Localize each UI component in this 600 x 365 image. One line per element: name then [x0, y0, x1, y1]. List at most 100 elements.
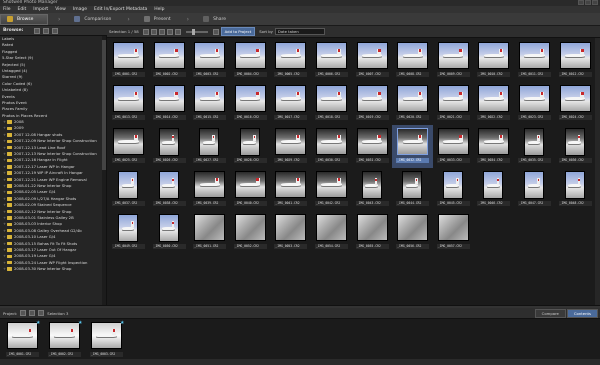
project-remove-button[interactable]: [29, 310, 36, 316]
zoom-in-button[interactable]: [212, 28, 219, 35]
thumbnail[interactable]: _IMG_0013.CR2: [108, 82, 149, 125]
thumbnail[interactable]: _IMG_0040.CR2: [230, 168, 271, 211]
thumbnail[interactable]: _IMG_0007.CR2: [352, 39, 393, 82]
photo-image: [194, 85, 226, 112]
collapse-button[interactable]: [52, 27, 59, 34]
thumbnail[interactable]: _IMG_0045.CR2: [433, 168, 474, 211]
thumbnail[interactable]: _IMG_0053.CR2: [270, 211, 311, 254]
thumbnail[interactable]: _IMG_0008.CR2: [392, 39, 433, 82]
menu-item[interactable]: Help: [154, 7, 164, 12]
bottom-tab[interactable]: Contents: [566, 309, 598, 318]
expand-icon[interactable]: +: [3, 266, 6, 272]
thumbnail[interactable]: _IMG_0042.CR2: [311, 168, 352, 211]
bottom-tab[interactable]: Compare: [534, 309, 566, 318]
thumbnail[interactable]: _IMG_0003.CR2 ★: [86, 319, 127, 362]
thumbnail[interactable]: _IMG_0006.CR2: [311, 39, 352, 82]
sidebar-item[interactable]: +2008-03-30 New Interior Shop: [0, 266, 106, 272]
thumbnail[interactable]: _IMG_0048.CR2: [555, 168, 596, 211]
thumbnail[interactable]: _IMG_0026.CR2: [149, 125, 190, 168]
thumbnail[interactable]: _IMG_0001.CR2 ★: [2, 319, 43, 362]
menu-item[interactable]: View: [55, 7, 66, 12]
close-button[interactable]: [592, 0, 598, 5]
mode-tab[interactable]: Share: [197, 14, 232, 25]
menu-item[interactable]: File: [3, 7, 11, 12]
thumbnail[interactable]: _IMG_0003.CR2: [189, 39, 230, 82]
thumbnail[interactable]: _IMG_0057.CR2: [433, 211, 474, 254]
thumbnail[interactable]: _IMG_0056.CR2: [392, 211, 433, 254]
mode-tab[interactable]: Comparison: [68, 14, 117, 25]
thumbnail[interactable]: _IMG_0049.CR2: [108, 211, 149, 254]
folder-icon: [7, 222, 12, 227]
thumbnail[interactable]: _IMG_0015.CR2: [189, 82, 230, 125]
filmstrip-view-button[interactable]: [166, 28, 173, 35]
thumbnail[interactable]: _IMG_0016.CR2: [230, 82, 271, 125]
thumbnail[interactable]: _IMG_0022.CR2: [473, 82, 514, 125]
thumbnail[interactable]: _IMG_0050.CR2: [149, 211, 190, 254]
thumbnail[interactable]: _IMG_0052.CR2: [230, 211, 271, 254]
add-to-project-button[interactable]: Add to Project: [220, 27, 256, 36]
thumbnail[interactable]: _IMG_0004.CR2: [230, 39, 271, 82]
thumbnail[interactable]: _IMG_0038.CR2: [149, 168, 190, 211]
thumbnail[interactable]: _IMG_0030.CR2: [311, 125, 352, 168]
mode-tab[interactable]: Present: [138, 14, 177, 25]
menu-item[interactable]: Import: [33, 7, 48, 12]
minimize-button[interactable]: [578, 0, 584, 5]
project-new-button[interactable]: [20, 310, 27, 316]
thumbnail[interactable]: _IMG_0055.CR2: [352, 211, 393, 254]
menu-item[interactable]: Edit In/Export Metadata: [94, 7, 147, 12]
thumbnail[interactable]: _IMG_0021.CR2: [433, 82, 474, 125]
thumbnail[interactable]: _IMG_0051.CR2: [189, 211, 230, 254]
thumbnail[interactable]: _IMG_0037.CR2: [108, 168, 149, 211]
thumbnail[interactable]: _IMG_0033.CR2: [433, 125, 474, 168]
thumbnail[interactable]: _IMG_0023.CR2: [514, 82, 555, 125]
thumbnail[interactable]: _IMG_0002.CR2: [149, 39, 190, 82]
thumbnail[interactable]: _IMG_0010.CR2: [473, 39, 514, 82]
thumbnail[interactable]: _IMG_0039.CR2: [189, 168, 230, 211]
rotate-left-button[interactable]: [142, 28, 149, 35]
thumbnail[interactable]: _IMG_0028.CR2: [230, 125, 271, 168]
project-grid-button[interactable]: [38, 310, 45, 316]
thumbnail[interactable]: _IMG_0031.CR2: [352, 125, 393, 168]
thumbnail[interactable]: _IMG_0035.CR2: [514, 125, 555, 168]
thumbnail[interactable]: _IMG_0014.CR2: [149, 82, 190, 125]
thumbnail[interactable]: _IMG_0018.CR2: [311, 82, 352, 125]
thumbnail[interactable]: _IMG_0020.CR2: [392, 82, 433, 125]
thumbnail[interactable]: _IMG_0024.CR2: [555, 82, 596, 125]
sidebar-scroll-thumb[interactable]: [102, 40, 106, 170]
mode-tab[interactable]: Browse: [0, 13, 48, 25]
grid-scrollbar[interactable]: [595, 38, 600, 305]
thumbnail[interactable]: _IMG_0012.CR2: [555, 39, 596, 82]
sidebar-scrollbar[interactable]: [102, 36, 106, 305]
menu-item[interactable]: Image: [73, 7, 87, 12]
thumbnail[interactable]: _IMG_0036.CR2: [555, 125, 596, 168]
thumbnail[interactable]: _IMG_0025.CR2: [108, 125, 149, 168]
aircraft-tail-shape: [377, 134, 382, 141]
thumbnail[interactable]: _IMG_0032.CR2: [392, 125, 433, 168]
thumbnail[interactable]: _IMG_0054.CR2: [311, 211, 352, 254]
thumbnail[interactable]: _IMG_0047.CR2: [514, 168, 555, 211]
thumbnail[interactable]: _IMG_0029.CR2: [270, 125, 311, 168]
thumbnail[interactable]: _IMG_0027.CR2: [189, 125, 230, 168]
thumbnail[interactable]: _IMG_0043.CR2: [352, 168, 393, 211]
rotate-right-button[interactable]: [150, 28, 157, 35]
photo-image: [199, 128, 220, 156]
grid-view-button[interactable]: [158, 28, 165, 35]
list-view-button[interactable]: [43, 27, 50, 34]
maximize-button[interactable]: [585, 0, 591, 5]
detail-view-button[interactable]: [174, 28, 181, 35]
menu-item[interactable]: Edit: [18, 7, 27, 12]
thumbnail[interactable]: _IMG_0034.CR2: [473, 125, 514, 168]
thumbnail[interactable]: _IMG_0011.CR2: [514, 39, 555, 82]
sort-select[interactable]: Date taken: [274, 28, 325, 35]
thumbnail[interactable]: _IMG_0019.CR2: [352, 82, 393, 125]
thumbnail[interactable]: _IMG_0005.CR2: [270, 39, 311, 82]
thumbnail[interactable]: _IMG_0041.CR2: [270, 168, 311, 211]
thumbnail[interactable]: _IMG_0046.CR2: [473, 168, 514, 211]
thumbnail[interactable]: _IMG_0044.CR2: [392, 168, 433, 211]
thumbnail[interactable]: _IMG_0002.CR2 ★: [44, 319, 85, 362]
thumbnail[interactable]: _IMG_0017.CR2: [270, 82, 311, 125]
folders-view-button[interactable]: [34, 27, 41, 34]
thumbnail[interactable]: _IMG_0009.CR2: [433, 39, 474, 82]
thumbnail-size-slider[interactable]: [185, 28, 208, 35]
thumbnail[interactable]: _IMG_0001.CR2: [108, 39, 149, 82]
